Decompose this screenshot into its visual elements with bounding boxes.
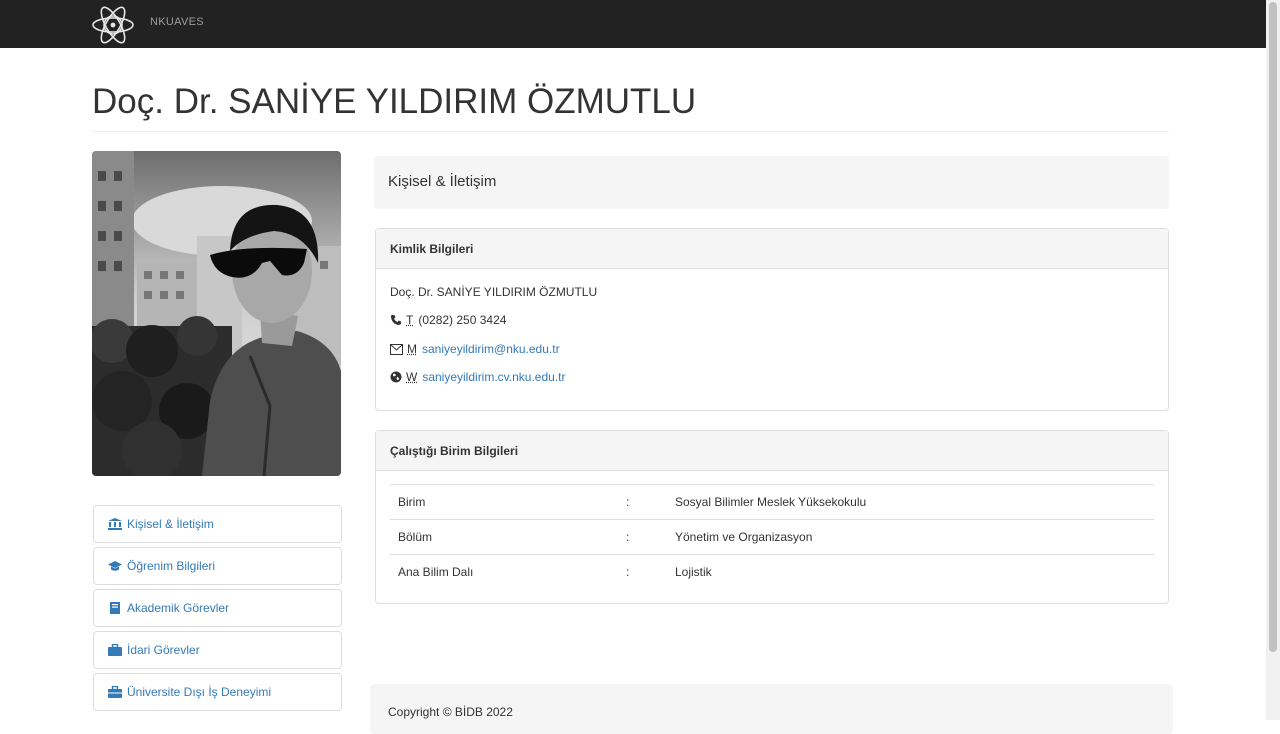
- sidebar-item-label: İdari Görevler: [127, 643, 200, 657]
- table-row: Birim : Sosyal Bilimler Meslek Yüksekoku…: [390, 484, 1154, 520]
- contact-email-row: M saniyeyildirim@nku.edu.tr: [390, 342, 560, 356]
- unit-label: Birim: [390, 484, 618, 520]
- briefcase-icon: [108, 644, 122, 656]
- unit-info-table: Birim : Sosyal Bilimler Meslek Yüksekoku…: [390, 484, 1154, 589]
- department-separator: :: [618, 519, 667, 555]
- top-navbar: NKUAVES: [0, 0, 1266, 48]
- book-icon: [110, 602, 120, 614]
- table-row: Bölüm : Yönetim ve Organizasyon: [390, 519, 1154, 555]
- contact-web-row: W saniyeyildirim.cv.nku.edu.tr: [390, 370, 566, 384]
- sidebar-item-personal-contact[interactable]: Kişisel & İletişim: [93, 505, 342, 543]
- email-abbr: M: [407, 342, 417, 356]
- sidebar-item-label: Akademik Görevler: [127, 601, 230, 615]
- sidebar-item-academic-duties[interactable]: Akademik Görevler: [93, 589, 342, 627]
- unit-separator: :: [618, 484, 667, 520]
- web-abbr: W: [406, 370, 418, 384]
- discipline-label: Ana Bilim Dalı: [390, 554, 618, 589]
- phone-abbr: T: [406, 313, 414, 327]
- sidebar-item-external-experience[interactable]: Üniversite Dışı İş Deneyimi: [93, 673, 342, 711]
- identity-panel: Kimlik Bilgileri Doç. Dr. SANİYE YILDIRI…: [375, 228, 1169, 411]
- website-link[interactable]: saniyeyildirim.cv.nku.edu.tr: [422, 370, 565, 384]
- identity-panel-heading: Kimlik Bilgileri: [376, 229, 1168, 269]
- phone-number: (0282) 250 3424: [418, 313, 507, 327]
- title-divider: [92, 131, 1169, 132]
- sidebar-item-label: Kişisel & İletişim: [127, 517, 214, 531]
- scrollbar-thumb[interactable]: [1269, 2, 1277, 652]
- sidebar-item-label: Öğrenim Bilgileri: [127, 559, 216, 573]
- discipline-value: Lojistik: [667, 554, 1154, 589]
- contact-name: Doç. Dr. SANİYE YILDIRIM ÖZMUTLU: [390, 285, 598, 299]
- phone-icon: [391, 315, 401, 325]
- sidebar-nav: Kişisel & İletişim Öğrenim Bilgileri Aka…: [93, 505, 342, 715]
- section-header: Kişisel & İletişim: [374, 156, 1169, 209]
- envelope-icon: [390, 343, 403, 355]
- footer: Copyright © BİDB 2022: [370, 684, 1173, 734]
- institution-icon: [108, 518, 122, 530]
- unit-info-panel: Çalıştığı Birim Bilgileri Birim : Sosyal…: [375, 430, 1169, 604]
- unit-value: Sosyal Bilimler Meslek Yüksekokulu: [667, 484, 1154, 520]
- sidebar-item-education[interactable]: Öğrenim Bilgileri: [93, 547, 342, 585]
- atom-logo-icon[interactable]: [90, 3, 136, 47]
- sidebar-item-administrative-duties[interactable]: İdari Görevler: [93, 631, 342, 669]
- scrollbar[interactable]: [1266, 0, 1280, 720]
- email-link[interactable]: saniyeyildirim@nku.edu.tr: [422, 342, 560, 356]
- table-row: Ana Bilim Dalı : Lojistik: [390, 554, 1154, 589]
- copyright-text: Copyright © BİDB 2022: [388, 705, 513, 719]
- contact-phone-row: T (0282) 250 3424: [390, 313, 506, 327]
- brand-name[interactable]: NKUAVES: [150, 16, 204, 28]
- unit-panel-heading: Çalıştığı Birim Bilgileri: [376, 431, 1168, 471]
- sidebar-item-label: Üniversite Dışı İş Deneyimi: [127, 685, 272, 699]
- profile-photo: [92, 151, 341, 476]
- department-value: Yönetim ve Organizasyon: [667, 519, 1154, 555]
- page-title: Doç. Dr. SANİYE YILDIRIM ÖZMUTLU: [92, 82, 697, 121]
- department-label: Bölüm: [390, 519, 618, 555]
- suitcase-icon: [108, 686, 122, 698]
- globe-icon: [390, 371, 402, 383]
- graduation-cap-icon: [108, 561, 122, 571]
- discipline-separator: :: [618, 554, 667, 589]
